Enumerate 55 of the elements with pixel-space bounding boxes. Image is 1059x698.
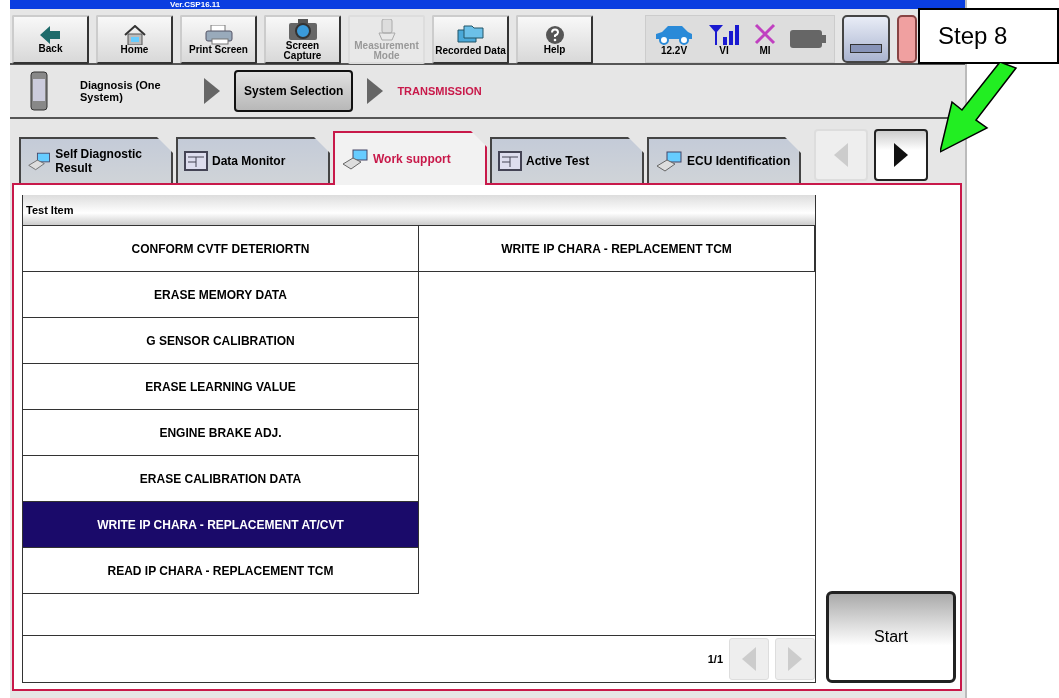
step-callout: Step 8 <box>918 8 1059 64</box>
breadcrumb-arrow-icon <box>367 78 384 104</box>
tab[interactable]: Self Diagnostic Result <box>19 137 173 183</box>
tab[interactable]: ECU Identification <box>647 137 801 183</box>
test-item[interactable]: ERASE MEMORY DATA <box>23 272 419 318</box>
cross-icon <box>754 22 776 45</box>
handheld-device-icon <box>30 71 48 111</box>
house-icon <box>122 24 147 45</box>
capture-button[interactable]: Screen Capture <box>264 15 341 64</box>
breadcrumb-button[interactable]: System Selection <box>234 70 354 112</box>
test-item[interactable]: CONFORM CVTF DETERIORTN <box>23 226 419 272</box>
tab[interactable]: Data Monitor <box>176 137 330 183</box>
laptop-icon <box>27 150 52 172</box>
home-button[interactable]: Home <box>96 15 173 64</box>
help-button[interactable]: Help <box>516 15 593 64</box>
arrow-left-icon <box>39 25 62 44</box>
printer-icon <box>204 24 233 45</box>
test-item[interactable]: ENGINE BRAKE ADJ. <box>23 410 419 456</box>
signal-icon <box>708 22 740 45</box>
page-indicator: 1/1 <box>707 653 723 665</box>
test-item[interactable]: ERASE LEARNING VALUE <box>23 364 419 410</box>
triangle-left-icon <box>834 143 848 167</box>
breadcrumb-label: Diagnosis (One System) <box>80 79 162 103</box>
help-icon <box>544 24 565 45</box>
tab[interactable]: Work support <box>333 131 487 185</box>
column-header: Test Item <box>23 195 815 226</box>
folders-icon <box>455 23 486 46</box>
test-item[interactable]: READ IP CHARA - REPLACEMENT TCM <box>23 548 419 594</box>
back-button[interactable]: Back <box>12 15 89 64</box>
start-button[interactable]: Start <box>826 591 956 683</box>
recorded-button[interactable]: Recorded Data <box>432 15 509 64</box>
next-tab-button[interactable] <box>874 129 928 181</box>
battery-icon <box>790 29 826 49</box>
tab[interactable]: Active Test <box>490 137 644 183</box>
monitor-panel-icon <box>184 151 208 171</box>
camera-icon <box>287 18 318 41</box>
status-label: VI <box>719 44 729 56</box>
laptop-icon <box>341 148 369 170</box>
test-item[interactable]: WRITE IP CHARA - REPLACEMENT TCM <box>419 226 815 272</box>
test-item[interactable]: G SENSOR CALIBRATION <box>23 318 419 364</box>
laptop-icon <box>655 150 683 172</box>
test-item[interactable]: ERASE CALIBRATION DATA <box>23 456 419 502</box>
handheld-meter-icon <box>376 18 397 41</box>
close-button[interactable] <box>897 15 917 63</box>
triangle-left-icon <box>742 647 756 671</box>
monitor-panel-icon <box>498 151 522 171</box>
triangle-right-icon <box>788 647 802 671</box>
triangle-right-icon <box>894 143 908 167</box>
window-title: Ver.CSP16.11 <box>10 0 965 9</box>
test-item[interactable]: WRITE IP CHARA - REPLACEMENT AT/CVT <box>23 502 419 548</box>
breadcrumb-current: TRANSMISSION <box>397 85 482 97</box>
print-button[interactable]: Print Screen <box>180 15 257 64</box>
status-label: MI <box>759 44 771 56</box>
minimize-button[interactable] <box>842 15 890 63</box>
status-label: 12.2V <box>660 44 688 56</box>
